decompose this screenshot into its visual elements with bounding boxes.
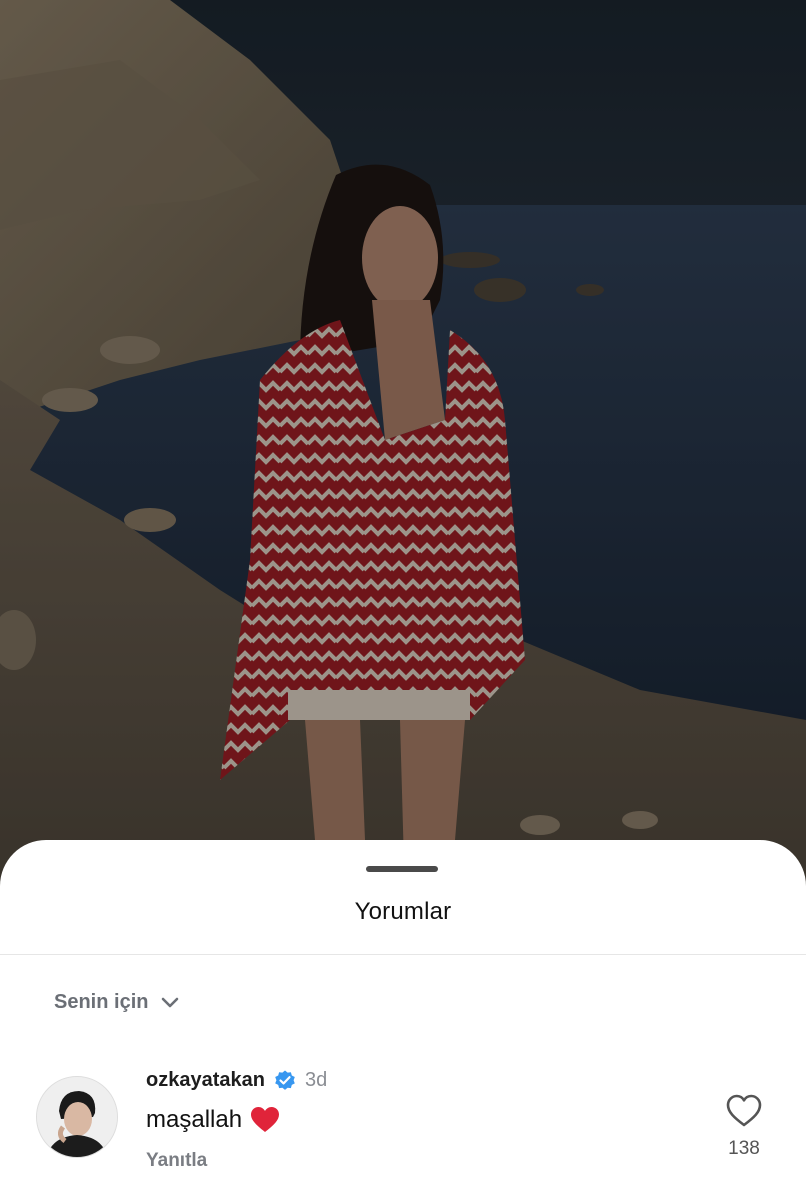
post-photo — [0, 0, 806, 900]
avatar[interactable] — [36, 1076, 118, 1158]
comment-filter-dropdown[interactable]: Senin için — [54, 990, 182, 1014]
verified-badge-icon — [273, 1068, 297, 1092]
sheet-divider — [0, 954, 806, 955]
photo-dim-overlay — [0, 0, 806, 900]
comments-sheet: Yorumlar Senin için ozkayatakan 3d maşal… — [0, 840, 806, 1200]
comment-item: ozkayatakan 3d maşallah Yanıtla 138 — [36, 1068, 776, 1178]
red-heart-emoji-icon — [250, 1106, 280, 1134]
chevron-down-icon — [158, 990, 182, 1014]
comment-body: maşallah — [146, 1106, 280, 1134]
comment-filter-label: Senin için — [54, 990, 149, 1013]
heart-outline-icon — [726, 1094, 762, 1127]
comment-time: 3d — [304, 1068, 328, 1091]
sheet-title: Yorumlar — [354, 898, 452, 925]
like-count: 138 — [728, 1138, 760, 1159]
sheet-drag-handle[interactable] — [366, 866, 438, 872]
like-button[interactable]: 138 — [722, 1094, 766, 1160]
reply-button[interactable]: Yanıtla — [146, 1150, 207, 1172]
comment-username[interactable]: ozkayatakan — [146, 1069, 265, 1092]
comment-text: maşallah — [146, 1106, 243, 1133]
comment-header: ozkayatakan 3d — [146, 1068, 327, 1092]
